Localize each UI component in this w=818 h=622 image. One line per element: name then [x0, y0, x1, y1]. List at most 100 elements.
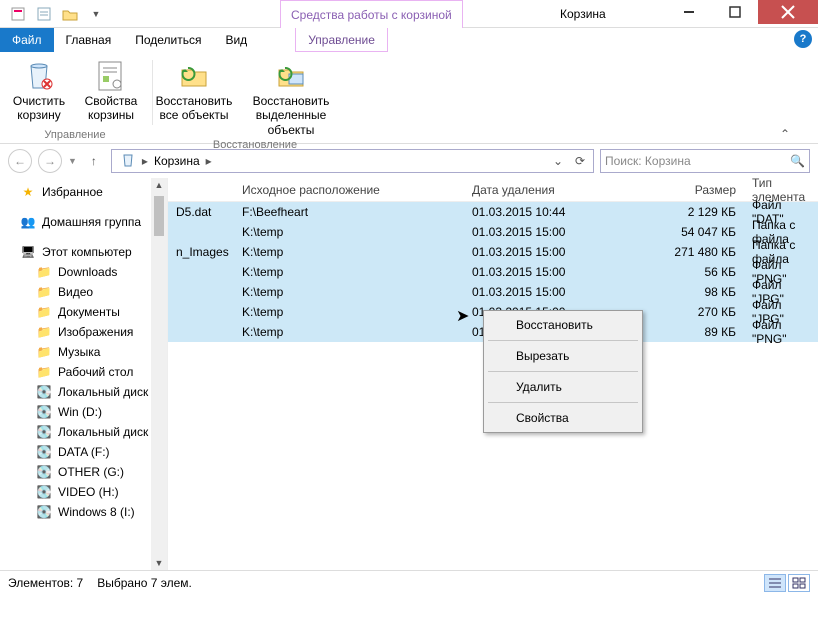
- nav-favorites[interactable]: ★Избранное: [0, 182, 167, 202]
- ctx-properties[interactable]: Свойства: [486, 406, 640, 430]
- nav-item[interactable]: 💽OTHER (G:): [0, 462, 167, 482]
- table-row[interactable]: K:\temp01.03.2015 15:0098 КБФайл "JPG": [168, 282, 818, 302]
- restore-selected-icon: [275, 60, 307, 92]
- nav-item[interactable]: 📁Изображения: [0, 322, 167, 342]
- nav-item[interactable]: 💽Win (D:): [0, 402, 167, 422]
- context-menu: Восстановить Вырезать Удалить Свойства: [483, 310, 643, 433]
- maximize-button[interactable]: [712, 0, 758, 24]
- ribbon: Очистить корзину Свойства корзины Управл…: [0, 52, 818, 144]
- folder-icon: 💽: [36, 384, 52, 400]
- navigation-pane: ★Избранное 👥Домашняя группа 🖥Этот компью…: [0, 178, 168, 570]
- folder-icon: 💽: [36, 464, 52, 480]
- tab-view[interactable]: Вид: [213, 28, 259, 52]
- recycle-bin-empty-icon: [23, 60, 55, 92]
- restore-all-button[interactable]: Восстановить все объекты: [159, 56, 229, 137]
- collapse-ribbon-icon[interactable]: ⌃: [780, 127, 790, 141]
- table-row[interactable]: K:\temp01.03.2015 15:0056 КБФайл "PNG": [168, 262, 818, 282]
- properties-icon[interactable]: [34, 4, 54, 24]
- col-size[interactable]: Размер: [624, 183, 744, 197]
- nav-item[interactable]: 💽DATA (F:): [0, 442, 167, 462]
- computer-icon: 🖥: [20, 244, 36, 260]
- folder-icon: 📁: [36, 304, 52, 320]
- status-bar: Элементов: 7 Выбрано 7 элем.: [0, 570, 818, 594]
- breadcrumb-segment[interactable]: Корзина: [148, 154, 206, 168]
- folder-icon: 📁: [36, 264, 52, 280]
- nav-item[interactable]: 📁Видео: [0, 282, 167, 302]
- bin-properties-button[interactable]: Свойства корзины: [76, 56, 146, 127]
- nav-scrollbar[interactable]: ▲ ▼: [151, 178, 167, 570]
- folder-icon: 📁: [36, 324, 52, 340]
- tab-file[interactable]: Файл: [0, 28, 54, 52]
- nav-item[interactable]: 📁Музыка: [0, 342, 167, 362]
- nav-item[interactable]: 📁Downloads: [0, 262, 167, 282]
- ctx-restore[interactable]: Восстановить: [486, 313, 640, 337]
- status-count: Элементов: 7: [8, 576, 83, 590]
- window-title: Корзина: [560, 0, 606, 28]
- nav-item[interactable]: 💽VIDEO (H:): [0, 482, 167, 502]
- tab-share[interactable]: Поделиться: [123, 28, 213, 52]
- tab-home[interactable]: Главная: [54, 28, 124, 52]
- folder-icon: 💽: [36, 484, 52, 500]
- app-icon: [8, 4, 28, 24]
- folder-icon: 💽: [36, 444, 52, 460]
- nav-item[interactable]: 💽Локальный диск: [0, 382, 167, 402]
- minimize-button[interactable]: [666, 0, 712, 24]
- restore-selected-button[interactable]: Восстановить выделенные объекты: [231, 56, 351, 137]
- folder-icon: 💽: [36, 504, 52, 520]
- up-button[interactable]: ↑: [83, 154, 105, 168]
- ctx-delete[interactable]: Удалить: [486, 375, 640, 399]
- thumbnails-view-button[interactable]: [788, 574, 810, 592]
- chevron-right-icon[interactable]: ▸: [206, 154, 212, 168]
- column-headers: Исходное расположение Дата удаления Разм…: [168, 178, 818, 202]
- empty-bin-button[interactable]: Очистить корзину: [4, 56, 74, 127]
- forward-button[interactable]: →: [38, 149, 62, 173]
- help-icon[interactable]: ?: [794, 30, 812, 48]
- table-row[interactable]: n_ImagesK:\temp01.03.2015 15:00271 480 К…: [168, 242, 818, 262]
- new-folder-icon[interactable]: [60, 4, 80, 24]
- nav-item[interactable]: 💽Локальный диск: [0, 422, 167, 442]
- cursor-icon: ➤: [456, 306, 469, 326]
- homegroup-icon: 👥: [20, 214, 36, 230]
- nav-homegroup[interactable]: 👥Домашняя группа: [0, 212, 167, 232]
- nav-item[interactable]: 📁Рабочий стол: [0, 362, 167, 382]
- scroll-down-icon[interactable]: ▼: [151, 558, 167, 568]
- nav-item[interactable]: 📁Документы: [0, 302, 167, 322]
- search-icon: 🔍: [790, 154, 805, 168]
- address-dropdown-icon[interactable]: ⌄: [547, 154, 569, 168]
- folder-icon: 📁: [36, 284, 52, 300]
- address-bar: ← → ▼ ↑ ▸ Корзина ▸ ⌄ ⟳ Поиск: Корзина 🔍: [0, 144, 818, 178]
- search-box[interactable]: Поиск: Корзина 🔍: [600, 149, 810, 173]
- nav-item[interactable]: 💽Windows 8 (I:): [0, 502, 167, 522]
- title-bar: ▼ Средства работы с корзиной Корзина: [0, 0, 818, 28]
- scroll-up-icon[interactable]: ▲: [151, 180, 167, 190]
- col-location[interactable]: Исходное расположение: [234, 183, 464, 197]
- menu-separator: [488, 340, 638, 341]
- refresh-icon[interactable]: ⟳: [569, 154, 591, 168]
- menu-separator: [488, 371, 638, 372]
- recycle-bin-icon: [114, 152, 142, 171]
- close-button[interactable]: [758, 0, 818, 24]
- table-row[interactable]: K:\temp01.03.2015 15:0054 047 КБПапка с …: [168, 222, 818, 242]
- folder-icon: 📁: [36, 364, 52, 380]
- folder-icon: 💽: [36, 424, 52, 440]
- status-selected: Выбрано 7 элем.: [97, 576, 192, 590]
- properties-sheet-icon: [95, 60, 127, 92]
- breadcrumb[interactable]: ▸ Корзина ▸ ⌄ ⟳: [111, 149, 594, 173]
- tab-manage[interactable]: Управление: [295, 28, 388, 52]
- ribbon-group-restore: Восстановить все объекты Восстановить вы…: [155, 56, 355, 143]
- col-date[interactable]: Дата удаления: [464, 183, 624, 197]
- restore-all-icon: [178, 60, 210, 92]
- file-list: Исходное расположение Дата удаления Разм…: [168, 178, 818, 570]
- qat-dropdown-icon[interactable]: ▼: [86, 4, 106, 24]
- back-button[interactable]: ←: [8, 149, 32, 173]
- nav-this-pc[interactable]: 🖥Этот компьютер: [0, 242, 167, 262]
- ctx-cut[interactable]: Вырезать: [486, 344, 640, 368]
- window-controls: [666, 0, 818, 24]
- scroll-thumb[interactable]: [154, 196, 164, 236]
- folder-icon: 📁: [36, 344, 52, 360]
- history-dropdown-icon[interactable]: ▼: [68, 156, 77, 166]
- details-view-button[interactable]: [764, 574, 786, 592]
- table-row[interactable]: D5.datF:\Beefheart01.03.2015 10:442 129 …: [168, 202, 818, 222]
- folder-icon: 💽: [36, 404, 52, 420]
- star-icon: ★: [20, 184, 36, 200]
